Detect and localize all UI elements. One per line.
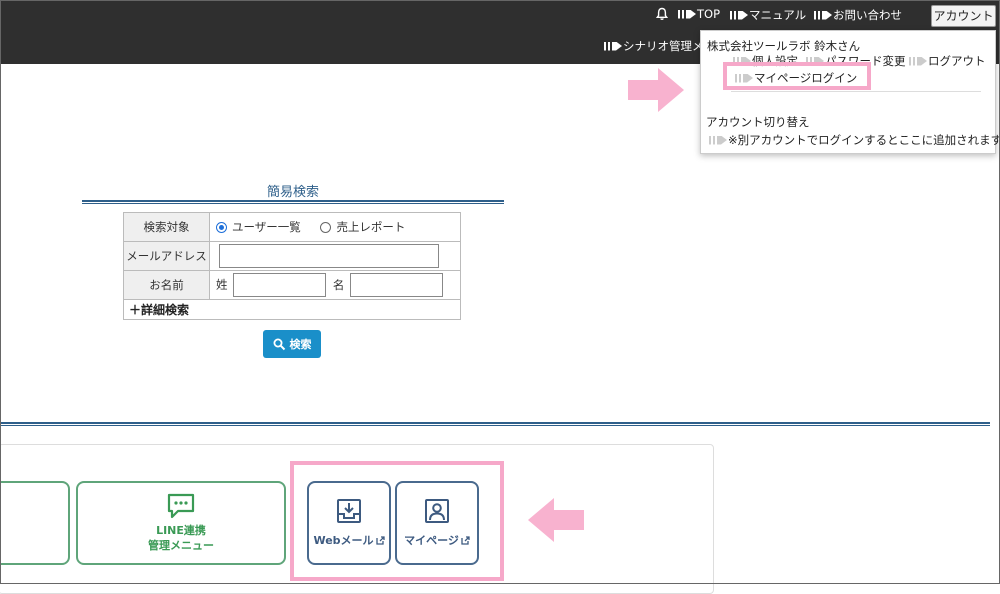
arrow-icon [678,9,696,19]
nav-link-manual[interactable]: マニュアル [730,7,806,23]
radio-users-label: ユーザー一覧 [232,220,301,234]
search-button[interactable]: 検索 [263,330,321,358]
line-menu-card[interactable]: LINE連携 管理メニュー [76,481,286,565]
email-cell [209,241,461,271]
radio-users[interactable]: ユーザー一覧 [216,220,301,234]
first-name-label: 名 [332,277,345,292]
account-switch-title: アカウント切り替え [706,115,810,129]
last-name-field[interactable] [233,273,327,297]
account-button[interactable]: アカウント [931,5,996,27]
user-profile-icon [425,499,449,523]
account-switch-note: ※別アカウントでログインするとここに追加されます [709,132,1000,148]
webmail-label-row: Webメール [313,532,385,548]
first-name-field[interactable] [349,273,443,297]
bell-icon[interactable] [655,7,669,21]
dropdown-divider [731,91,981,92]
nav-link-label: マニュアル [749,8,807,22]
email-field[interactable] [219,244,439,268]
mypage-label: マイページ [404,534,459,547]
account-dropdown-menu: 株式会社ツールラボ 鈴木さん 個人設定 パスワード変更 ログアウト マイページロ… [700,30,1000,154]
arrow-icon [709,135,727,145]
arrow-icon [604,41,622,51]
radio-sales-label: 売上レポート [336,220,406,234]
nav-link-label: シナリオ管理メ [623,39,704,53]
pink-arrow-right-icon [628,68,684,112]
logout-label: ログアウト [928,54,986,68]
nav-link-scenario[interactable]: シナリオ管理メ [604,38,704,54]
nav-link-contact[interactable]: お問い合わせ [814,7,902,23]
arrow-icon [909,56,927,66]
menu-card-partial[interactable] [0,481,70,565]
logout-link[interactable]: ログアウト [909,53,986,69]
advanced-search-link[interactable]: ＋詳細検索 [123,299,461,320]
inbox-download-icon [337,499,361,523]
arrow-icon [814,10,832,20]
mypage-login-highlight [723,62,871,90]
search-target-label: 検索対象 [123,212,210,242]
name-label: お名前 [123,270,210,300]
nav-link-top[interactable]: TOP [678,7,720,21]
table-row: お名前 姓 名 [123,270,461,300]
radio-sales[interactable]: 売上レポート [320,220,405,234]
mypage-card[interactable]: マイページ [395,481,479,565]
dropdown-user-name: 株式会社ツールラボ 鈴木さん [707,39,861,53]
search-button-label: 検索 [289,338,312,351]
search-title-underline [82,200,504,204]
section-divider [0,422,990,426]
simple-search-title: 簡易検索 [266,185,319,200]
mypage-label-row: マイページ [404,532,470,548]
radio-selected-icon [216,222,227,233]
webmail-label: Webメール [313,534,374,547]
external-link-icon [461,535,470,545]
webmail-card[interactable]: Webメール [307,481,391,565]
search-form-table: 検索対象 ユーザー一覧 売上レポート メールアドレス お名前 姓 名 ＋詳細検索 [123,212,461,320]
chat-bubble-icon [167,493,195,519]
nav-link-label: TOP [697,7,721,21]
search-icon [273,338,285,350]
line-menu-label-1: LINE連携 [156,524,206,537]
table-row: 検索対象 ユーザー一覧 売上レポート [123,212,461,242]
account-switch-note-text: ※別アカウントでログインするとここに追加されます [728,133,1000,147]
line-menu-label-2: 管理メニュー [148,539,214,552]
table-row: ＋詳細検索 [123,299,461,320]
nav-link-label: お問い合わせ [833,8,902,22]
name-cell: 姓 名 [209,270,461,300]
arrow-icon [730,10,748,20]
table-row: メールアドレス [123,241,461,271]
search-target-options: ユーザー一覧 売上レポート [209,212,461,242]
last-name-label: 姓 [216,277,228,292]
email-label: メールアドレス [123,241,210,271]
external-link-icon [375,535,385,545]
pink-arrow-left-icon [528,498,584,542]
radio-icon [320,222,332,233]
